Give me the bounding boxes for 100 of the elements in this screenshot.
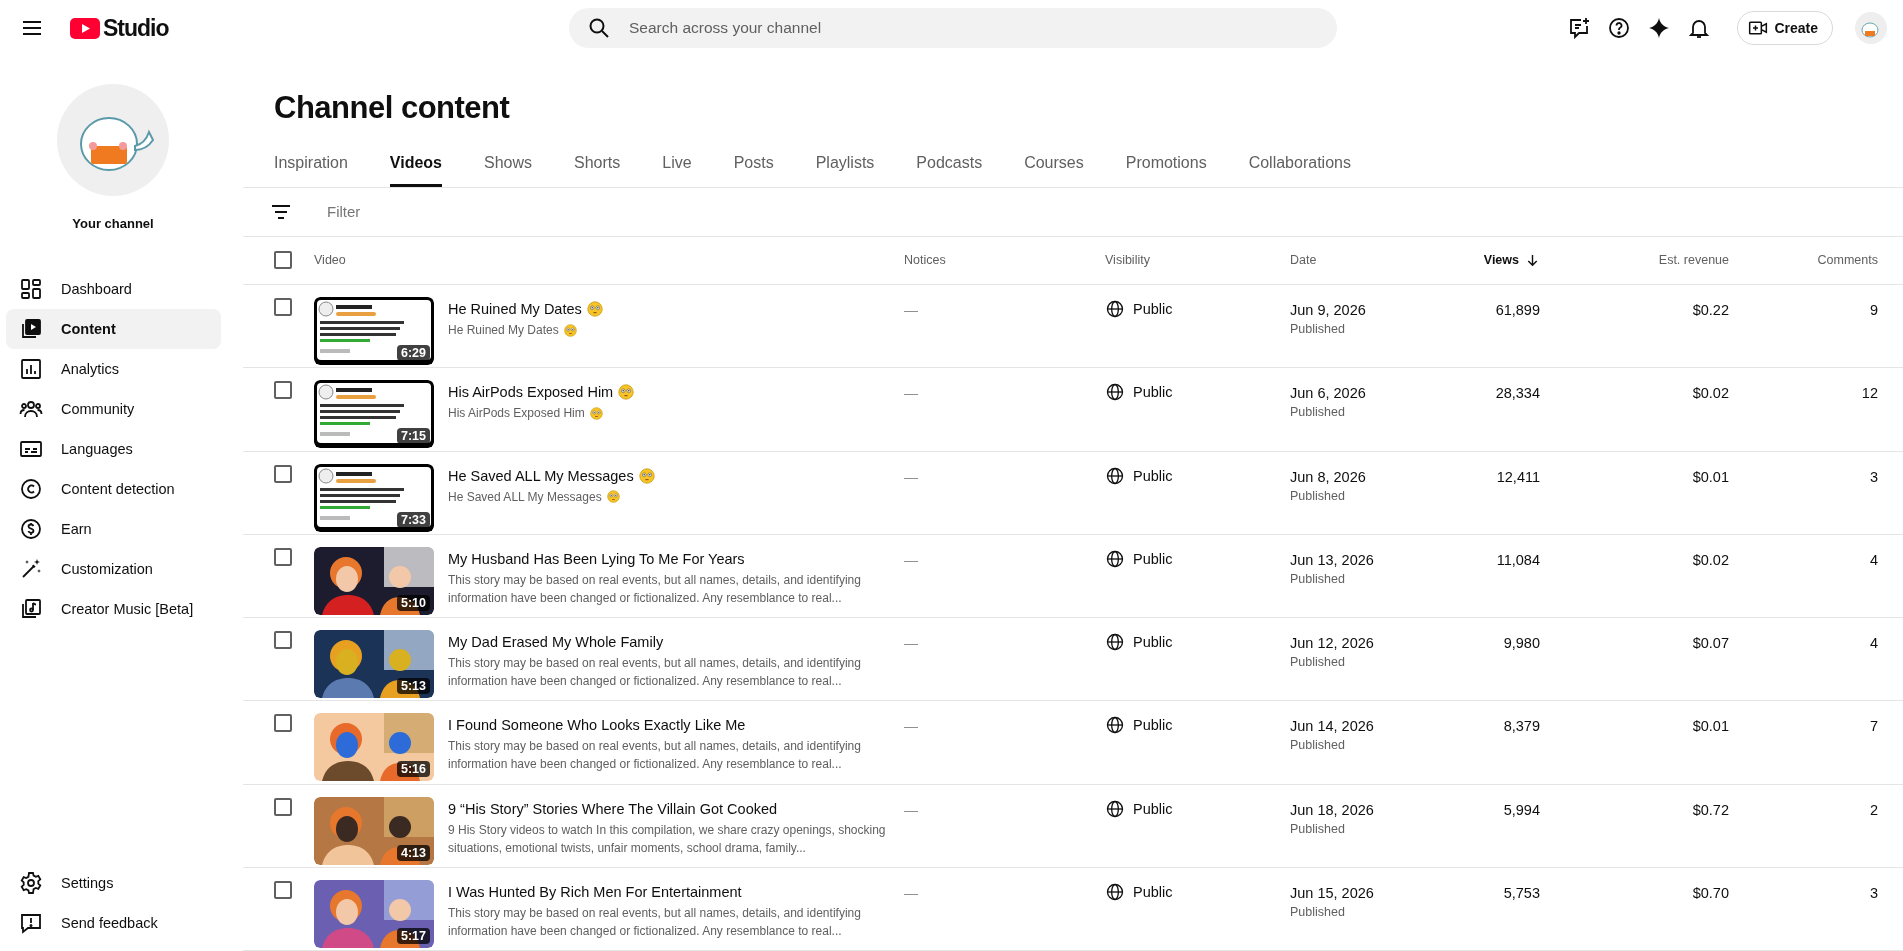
nav-item[interactable]: Community bbox=[6, 389, 221, 429]
globe-icon bbox=[1105, 881, 1125, 902]
visibility-cell[interactable]: Public bbox=[1133, 467, 1173, 484]
visibility-cell[interactable]: Public bbox=[1133, 800, 1173, 817]
visibility-cell[interactable]: Public bbox=[1133, 384, 1173, 401]
logo-text[interactable]: Studio bbox=[103, 14, 169, 42]
video-plus-icon bbox=[1748, 18, 1769, 38]
views-cell: 5,753 bbox=[1503, 884, 1540, 901]
date-cell-text: Jun 6, 2026 bbox=[1290, 385, 1367, 402]
revenue-cell: $0.72 bbox=[1692, 801, 1729, 818]
nav-item[interactable]: Content detection bbox=[6, 469, 221, 509]
status-text: Published bbox=[1290, 655, 1346, 669]
video-description: This story may be based on real events, but all names, details, and identifying information have been changed or fictionalized. Any resemblance to real... bbox=[448, 904, 862, 940]
revenue-cell: $0.02 bbox=[1692, 551, 1729, 568]
date-cell-text: Jun 18, 2026 bbox=[1290, 801, 1375, 818]
comments-cell: 9 bbox=[1869, 302, 1878, 318]
tab[interactable]: Playlists bbox=[815, 142, 875, 187]
column-header[interactable]: Est. revenue bbox=[1658, 253, 1729, 268]
nav-item[interactable]: Settings bbox=[6, 863, 221, 903]
revenue-cell: $0.07 bbox=[1692, 635, 1729, 651]
select-all-checkbox[interactable] bbox=[274, 251, 292, 270]
video-title[interactable]: His AirPods Exposed Him bbox=[448, 384, 614, 401]
notices-cell: — bbox=[904, 385, 918, 402]
column-header[interactable]: Views bbox=[1483, 253, 1519, 268]
visibility-cell[interactable]: Public bbox=[1133, 301, 1173, 317]
notices-cell: — bbox=[904, 302, 918, 318]
row-checkbox[interactable] bbox=[274, 547, 292, 566]
nav-item[interactable]: Analytics bbox=[6, 349, 221, 389]
nav-item[interactable]: Dashboard bbox=[6, 269, 221, 309]
video-title[interactable]: He Ruined My Dates bbox=[448, 301, 582, 317]
nav-item[interactable]: Customization bbox=[6, 549, 221, 589]
row-checkbox[interactable] bbox=[274, 797, 292, 816]
page-title: Channel content bbox=[274, 89, 511, 127]
video-title[interactable]: He Saved ALL My Messages bbox=[448, 467, 634, 484]
sort-down-icon[interactable] bbox=[1525, 252, 1540, 268]
copyright-icon bbox=[19, 477, 43, 501]
nav-item[interactable]: Send feedback bbox=[6, 903, 221, 943]
tab[interactable]: Courses bbox=[1024, 142, 1084, 187]
row-checkbox[interactable] bbox=[274, 880, 292, 899]
revenue-cell: $0.70 bbox=[1692, 884, 1729, 901]
tab[interactable]: Shorts bbox=[574, 142, 621, 187]
comments-cell: 7 bbox=[1869, 718, 1878, 735]
channel-label[interactable]: Your channel bbox=[72, 216, 154, 231]
visibility-cell[interactable]: Public bbox=[1133, 883, 1173, 900]
row-checkbox[interactable] bbox=[274, 381, 292, 400]
tab[interactable]: Shows bbox=[484, 142, 533, 187]
date-cell-text: Jun 15, 2026 bbox=[1290, 884, 1375, 901]
column-header[interactable]: Date bbox=[1290, 253, 1317, 268]
chat-plus-icon[interactable] bbox=[1567, 16, 1592, 40]
tab[interactable]: Inspiration bbox=[274, 142, 348, 187]
video-title[interactable]: 9 “His Story” Stories Where The Villain Got Cooked bbox=[448, 800, 778, 817]
tab[interactable]: Promotions bbox=[1125, 142, 1207, 187]
row-checkbox[interactable] bbox=[274, 298, 292, 316]
visibility-cell[interactable]: Public bbox=[1133, 634, 1173, 650]
feedback-icon bbox=[19, 911, 43, 935]
video-description: His AirPods Exposed Him bbox=[448, 405, 585, 423]
visibility-cell[interactable]: Public bbox=[1133, 550, 1173, 567]
column-header[interactable]: Comments bbox=[1817, 253, 1878, 268]
duration-badge: 6:29 bbox=[396, 345, 430, 361]
video-title[interactable]: I Found Someone Who Looks Exactly Like Me bbox=[448, 717, 746, 734]
row-checkbox[interactable] bbox=[274, 464, 292, 483]
video-title[interactable]: I Was Hunted By Rich Men For Entertainment bbox=[448, 883, 742, 900]
nav-item[interactable]: Content bbox=[6, 309, 221, 349]
column-header[interactable]: Notices bbox=[904, 253, 946, 268]
date-cell-text: Jun 9, 2026 bbox=[1290, 302, 1367, 318]
notices-cell: — bbox=[904, 801, 918, 818]
column-header[interactable]: Visibility bbox=[1105, 253, 1150, 268]
video-description: He Ruined My Dates bbox=[448, 322, 559, 339]
tab[interactable]: Videos bbox=[389, 142, 442, 187]
search-field[interactable]: Search across your channel bbox=[627, 18, 1319, 38]
video-title[interactable]: My Husband Has Been Lying To Me For Years bbox=[448, 550, 745, 567]
tab[interactable]: Podcasts bbox=[916, 142, 983, 187]
search-bar[interactable]: Search across your channel bbox=[569, 8, 1337, 48]
nav-item[interactable]: Languages bbox=[6, 429, 221, 469]
nav-item[interactable]: Creator Music [Beta] bbox=[6, 589, 221, 629]
visibility-cell[interactable]: Public bbox=[1133, 717, 1173, 734]
revenue-cell: $0.01 bbox=[1692, 468, 1729, 485]
create-button[interactable]: Create bbox=[1737, 11, 1833, 45]
duration-badge: 5:16 bbox=[396, 761, 430, 778]
tab[interactable]: Live bbox=[662, 142, 692, 187]
globe-icon bbox=[1105, 798, 1125, 819]
flushed-emoji-icon bbox=[638, 467, 655, 484]
tab[interactable]: Collaborations bbox=[1248, 142, 1351, 187]
tab[interactable]: Posts bbox=[733, 142, 774, 187]
date-cell-text: Jun 13, 2026 bbox=[1290, 551, 1375, 568]
nav-item[interactable]: Earn bbox=[6, 509, 221, 549]
row-checkbox[interactable] bbox=[274, 714, 292, 733]
play-logo-icon[interactable] bbox=[70, 17, 100, 39]
video-description: 9 His Story videos to watch In this compilation, we share crazy openings, shocking situations, emotional twists, unfair moments, school drama, family... bbox=[448, 821, 887, 857]
row-checkbox[interactable] bbox=[274, 631, 292, 649]
video-title[interactable]: My Dad Erased My Whole Family bbox=[448, 634, 664, 650]
flushed-emoji-icon bbox=[618, 384, 635, 401]
help-icon[interactable] bbox=[1607, 16, 1632, 40]
account-avatar[interactable] bbox=[1855, 12, 1887, 44]
column-header[interactable]: Video bbox=[314, 253, 346, 268]
comments-cell: 4 bbox=[1869, 635, 1878, 651]
notices-cell: — bbox=[904, 884, 918, 901]
comments-cell: 12 bbox=[1861, 385, 1878, 402]
channel-avatar[interactable] bbox=[57, 84, 169, 196]
notices-cell: — bbox=[904, 635, 918, 651]
